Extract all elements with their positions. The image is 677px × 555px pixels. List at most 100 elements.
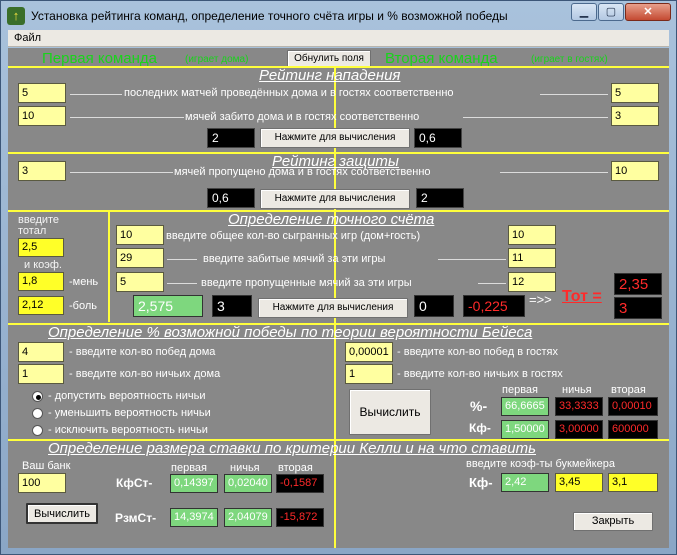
connector-line	[438, 259, 506, 260]
more-label: -боль	[69, 300, 97, 312]
attack-home-result: 2	[207, 128, 255, 148]
away-wins-input[interactable]: 0,00001	[345, 342, 393, 362]
radio-allow-label: - допустить вероятность ничьи	[48, 390, 206, 402]
defense-away-result: 2	[416, 188, 464, 208]
score-divider	[108, 212, 110, 322]
row-pct-label: %-	[470, 398, 488, 414]
away-games-input[interactable]: 10	[508, 225, 556, 245]
away-goals-input[interactable]: 3	[611, 106, 659, 126]
close-button[interactable]: Закрыть	[573, 512, 653, 531]
close-window-button[interactable]: ✕	[625, 3, 671, 21]
radio-exclude-draw[interactable]	[32, 425, 43, 436]
conceded-label: мячей пропущено дома и в гостях соответс…	[174, 166, 431, 178]
minimize-button[interactable]: ▁	[571, 3, 597, 21]
rzmst-label: РзмСт-	[115, 511, 157, 525]
away-draws-label: - введите кол-во ничьих в гостях	[397, 368, 563, 380]
kfst-first: 0,14397	[170, 474, 218, 493]
home-wins-label: - введите кол-во побед дома	[69, 346, 216, 358]
home-scored-input[interactable]: 29	[116, 248, 164, 268]
connector-line	[500, 172, 608, 173]
score-calc-button[interactable]: Нажмите для вычисления	[258, 298, 408, 318]
score-zero-result: 0	[414, 295, 454, 317]
defense-calc-button[interactable]: Нажмите для вычисления	[260, 189, 410, 209]
bayes-section-title: Определение % возможной победы по теории…	[48, 324, 533, 341]
pct-first: 66,6665	[501, 397, 549, 416]
attack-section-title: Рейтинг нападения	[259, 67, 401, 84]
score-section-title: Определение точного счёта	[228, 211, 435, 228]
bk-first-input[interactable]: 2,42	[501, 473, 549, 492]
radio-allow-draw[interactable]	[32, 391, 43, 402]
radio-reduce-draw[interactable]	[32, 408, 43, 419]
kelly-col-second: вторая	[278, 462, 313, 474]
connector-line	[70, 94, 122, 95]
home-matches-input[interactable]: 5	[18, 83, 66, 103]
kfst-label: КфСт-	[116, 476, 153, 490]
first-team-label: Первая команда	[42, 50, 158, 67]
first-team-note: (играет дома)	[185, 54, 249, 65]
menu-file[interactable]: Файл	[14, 32, 41, 44]
connector-line	[463, 117, 608, 118]
score-black-result: 3	[212, 295, 252, 317]
radio-exclude-label: - исключить вероятность ничьи	[48, 424, 208, 436]
title-bar: ↑ Установка рейтинга команд, определение…	[1, 1, 676, 30]
bayes-calc-button[interactable]: Вычислить	[349, 389, 431, 435]
coef-less-input[interactable]: 1,8	[18, 272, 64, 291]
coef-label: и коэф.	[24, 259, 62, 271]
attack-calc-button[interactable]: Нажмите для вычисления	[260, 128, 410, 148]
home-games-input[interactable]: 10	[116, 225, 164, 245]
score-red-result: -0,225	[463, 295, 525, 317]
defense-home-result: 0,6	[207, 188, 255, 208]
kelly-col-first: первая	[171, 462, 207, 474]
main-panel: Первая команда (играет дома) Обнулить по…	[8, 48, 669, 548]
pct-draw: 33,3333	[555, 397, 603, 416]
total-input[interactable]: 2,5	[18, 238, 64, 257]
away-conceded-input[interactable]: 10	[611, 161, 659, 181]
connector-line	[478, 283, 506, 284]
bk-kf-label: Кф-	[469, 475, 493, 490]
goals-label: мячей забито дома и в гостях соответстве…	[185, 111, 420, 123]
away-scored-input[interactable]: 11	[508, 248, 556, 268]
kf-second: 600000	[608, 420, 658, 439]
bk-second-input[interactable]: 3,1	[608, 473, 658, 492]
matches-label: последних матчей проведённых дома и в го…	[124, 87, 454, 99]
home-conceded-games-input[interactable]: 5	[116, 272, 164, 292]
score-green-result: 2,575	[133, 295, 203, 317]
conceded-games-label: введите пропущенные мячий за эти игры	[201, 277, 412, 289]
kfst-second: -0,1587	[276, 474, 324, 493]
rzm-draw: 2,04079	[224, 508, 272, 527]
bank-label: Ваш банк	[22, 460, 71, 472]
pct-second: 0,00010	[608, 397, 658, 416]
bank-input[interactable]: 100	[18, 473, 66, 493]
kelly-calc-button[interactable]: Вычислить	[26, 503, 98, 524]
home-draws-input[interactable]: 1	[18, 364, 64, 384]
home-conceded-input[interactable]: 3	[18, 161, 66, 181]
rzm-first: 14,3974	[170, 508, 218, 527]
connector-line	[70, 117, 184, 118]
total-label-line2: тотал	[18, 225, 47, 237]
home-draws-label: - введите кол-во ничьих дома	[69, 368, 221, 380]
connector-line	[70, 172, 173, 173]
col-second-label: вторая	[611, 384, 646, 396]
away-wins-label: - введите кол-во побед в гостях	[397, 346, 558, 358]
connector-line	[167, 283, 197, 284]
kelly-section-title: Определение размера ставки по критерии К…	[48, 440, 536, 457]
away-draws-input[interactable]: 1	[345, 364, 393, 384]
home-wins-input[interactable]: 4	[18, 342, 64, 362]
second-team-note: (играет в гостях)	[531, 54, 608, 65]
home-goals-input[interactable]: 10	[18, 106, 66, 126]
bk-draw-input[interactable]: 3,45	[555, 473, 603, 492]
attack-away-result: 0,6	[414, 128, 462, 148]
kf-draw: 3,00000	[555, 420, 603, 439]
maximize-button[interactable]: ▢	[598, 3, 624, 21]
away-conceded-games-input[interactable]: 12	[508, 272, 556, 292]
connector-line	[167, 259, 197, 260]
col-draw-label: ничья	[562, 384, 592, 396]
coef-more-input[interactable]: 2,12	[18, 296, 64, 315]
tot-label: Тот =	[562, 288, 602, 305]
tot-count: 3	[614, 297, 662, 319]
bookmaker-label: введите коэф-ты букмейкера	[466, 458, 615, 470]
away-matches-input[interactable]: 5	[611, 83, 659, 103]
rzm-second: -15,872	[276, 508, 324, 527]
second-team-label: Вторая команда	[385, 50, 498, 67]
window-title: Установка рейтинга команд, определение т…	[31, 9, 508, 23]
